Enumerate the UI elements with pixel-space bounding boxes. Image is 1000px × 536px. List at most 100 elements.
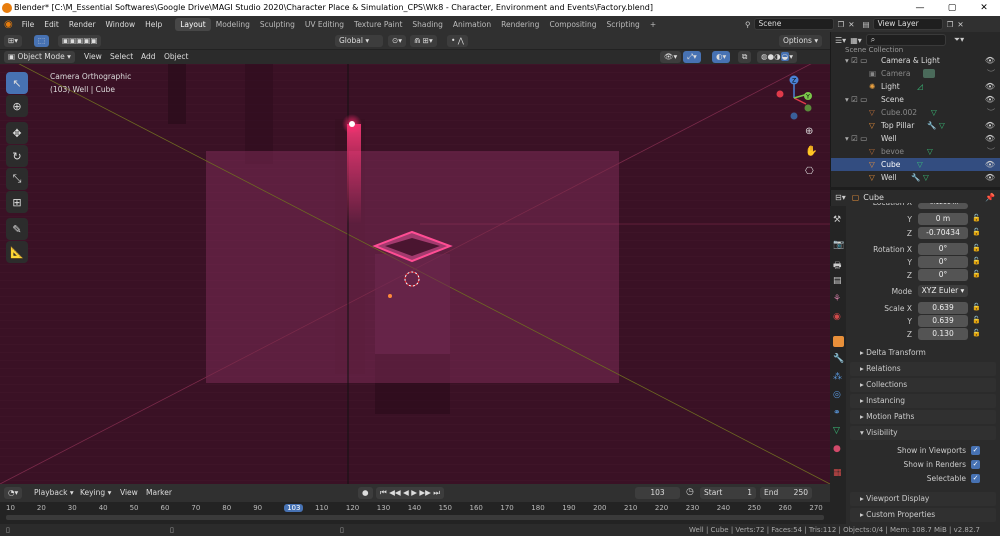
- location-y-field[interactable]: 0 m: [918, 213, 968, 225]
- add-workspace-button[interactable]: +: [645, 18, 661, 31]
- current-frame-field[interactable]: 103: [635, 487, 680, 499]
- select-box-tool-icon[interactable]: ⬚: [34, 35, 50, 47]
- tab-animation[interactable]: Animation: [448, 18, 496, 31]
- rotation-y-field[interactable]: 0°: [918, 256, 968, 268]
- blender-menu-icon[interactable]: ◉: [4, 19, 13, 30]
- custom-properties-panel[interactable]: ▸ Custom Properties: [850, 508, 996, 522]
- close-button[interactable]: ✕: [968, 0, 1000, 16]
- shading-modes-icon[interactable]: ◍●◑◒▾: [757, 51, 797, 63]
- tab-compositing[interactable]: Compositing: [544, 18, 601, 31]
- texture-tab-icon[interactable]: ▦: [833, 468, 844, 479]
- scene-selector[interactable]: Scene: [753, 18, 834, 30]
- tab-sculpting[interactable]: Sculpting: [255, 18, 300, 31]
- snap-icon[interactable]: ⋒ ⊞▾: [410, 35, 437, 47]
- eye-icon[interactable]: 👁: [985, 93, 995, 106]
- location-z-field[interactable]: -0.70434: [918, 227, 968, 239]
- view-layer-selector[interactable]: View Layer: [872, 18, 943, 30]
- eye-icon[interactable]: 👁: [985, 171, 995, 184]
- tab-texture-paint[interactable]: Texture Paint: [349, 18, 407, 31]
- selection-mode-icons[interactable]: ▣▣▣▣▣: [58, 35, 102, 47]
- well-object[interactable]: [375, 254, 450, 354]
- menu-render[interactable]: Render: [69, 20, 96, 29]
- viewport-display-panel[interactable]: ▸ Viewport Display: [850, 492, 996, 506]
- rotation-x-field[interactable]: 0°: [918, 243, 968, 255]
- pivot-icon[interactable]: ⊙▾: [388, 35, 407, 47]
- outliner-row-well-collection[interactable]: ▾ ☑ ▭ Well 👁: [831, 132, 1000, 145]
- eye-icon[interactable]: 👁: [985, 54, 995, 67]
- copy-view-layer-icon[interactable]: ❐: [947, 20, 954, 29]
- menu-object[interactable]: Object: [160, 51, 192, 63]
- move-tool-icon[interactable]: ✥: [6, 122, 28, 144]
- scale-y-field[interactable]: 0.639: [918, 315, 968, 327]
- object-tab-icon[interactable]: [833, 336, 844, 347]
- show-in-renders-checkbox[interactable]: ✓: [971, 460, 980, 469]
- menu-playback[interactable]: Playback ▾: [30, 487, 78, 499]
- transform-orientation-dropdown[interactable]: Global ▾: [335, 35, 383, 47]
- rotation-z-field[interactable]: 0°: [918, 269, 968, 281]
- menu-select[interactable]: Select: [106, 51, 137, 63]
- eye-icon[interactable]: 👁: [985, 158, 995, 171]
- outliner-row-light[interactable]: ✺ Light ◿ 👁: [831, 80, 1000, 93]
- tab-modeling[interactable]: Modeling: [211, 18, 255, 31]
- proportional-edit-icon[interactable]: • ⋀: [447, 35, 468, 47]
- pan-hand-icon[interactable]: ✋: [805, 146, 817, 157]
- collections-panel[interactable]: ▸ Collections: [850, 378, 996, 392]
- tab-scripting[interactable]: Scripting: [601, 18, 644, 31]
- timeline-ruler[interactable]: 10 20 30 40 50 60 70 80 90 103 110 120 130 140 150 160 1…: [0, 502, 830, 524]
- lock-icon[interactable]: 🔓: [972, 303, 981, 311]
- overlays-icon[interactable]: ◐▾: [712, 51, 731, 63]
- editor-type-button[interactable]: ⊞▾: [4, 35, 23, 47]
- data-tab-icon[interactable]: ▽: [833, 426, 844, 437]
- outliner-row-bevoe[interactable]: ▽ bevoe ▽ ︶: [831, 145, 1000, 158]
- editor-type-icon[interactable]: ⊟▾: [835, 193, 846, 202]
- output-tab-icon[interactable]: 🖶: [833, 258, 844, 271]
- delete-scene-icon[interactable]: ✕: [848, 20, 854, 29]
- options-dropdown[interactable]: Options ▾: [779, 35, 823, 47]
- lock-icon[interactable]: 🔓: [972, 270, 981, 278]
- material-tab-icon[interactable]: ●: [833, 444, 844, 455]
- render-tab-icon[interactable]: 📷: [833, 240, 844, 251]
- start-frame-field[interactable]: Start 1: [700, 487, 756, 499]
- measure-tool-icon[interactable]: 📐: [6, 241, 28, 263]
- annotate-tool-icon[interactable]: ✎: [6, 218, 28, 240]
- timeline-scrollbar[interactable]: [6, 515, 824, 520]
- eye-icon[interactable]: 👁: [985, 132, 995, 145]
- outliner-row-scene[interactable]: ▾ ☑ ▭ Scene 👁: [831, 93, 1000, 106]
- outliner-row-top-pillar[interactable]: ▽ Top Pillar 🔧 ▽ 👁: [831, 119, 1000, 132]
- pin-icon[interactable]: 📌: [985, 193, 995, 202]
- rotation-mode-dropdown[interactable]: XYZ Euler ▾: [918, 285, 968, 297]
- object-mode-dropdown[interactable]: ▣ Object Mode ▾: [4, 51, 75, 63]
- lock-icon[interactable]: 🔓: [972, 316, 981, 324]
- particles-tab-icon[interactable]: ⁂: [833, 372, 844, 383]
- cursor-tool-icon[interactable]: ⊕: [6, 95, 28, 117]
- lock-icon[interactable]: 🔓: [972, 228, 981, 236]
- navigation-gizmo[interactable]: Z Y: [772, 74, 818, 124]
- physics-tab-icon[interactable]: ◎: [833, 390, 844, 401]
- outliner-row-camera[interactable]: ▣ Camera ︶: [831, 67, 1000, 80]
- menu-view[interactable]: View: [80, 51, 106, 63]
- lock-icon[interactable]: 🔓: [972, 214, 981, 222]
- menu-marker[interactable]: Marker: [142, 487, 176, 499]
- eye-icon[interactable]: 👁: [985, 119, 995, 132]
- eye-icon[interactable]: 👁: [985, 80, 995, 93]
- view-layer-tab-icon[interactable]: ▤: [833, 276, 844, 287]
- visibility-icon[interactable]: 👁▾: [660, 51, 682, 63]
- visibility-panel[interactable]: ▾ Visibility: [850, 426, 996, 440]
- relations-panel[interactable]: ▸ Relations: [850, 362, 996, 376]
- location-x-field[interactable]: -0.1211 m: [918, 203, 968, 209]
- rotate-tool-icon[interactable]: ↻: [6, 145, 28, 167]
- 3d-viewport[interactable]: Camera Orthographic (103) Well | Cube Z …: [0, 64, 830, 484]
- motion-paths-panel[interactable]: ▸ Motion Paths: [850, 410, 996, 424]
- light-object-icon[interactable]: [349, 121, 355, 127]
- menu-edit[interactable]: Edit: [44, 20, 59, 29]
- delta-transform-panel[interactable]: ▸ Delta Transform: [860, 348, 926, 357]
- instancing-panel[interactable]: ▸ Instancing: [850, 394, 996, 408]
- menu-window[interactable]: Window: [106, 20, 136, 29]
- tab-uv-editing[interactable]: UV Editing: [300, 18, 349, 31]
- copy-scene-icon[interactable]: ❐: [838, 20, 845, 29]
- constraints-tab-icon[interactable]: ⚭: [833, 408, 844, 419]
- scale-tool-icon[interactable]: ⤡: [6, 168, 28, 190]
- world-tab-icon[interactable]: ◉: [833, 312, 844, 323]
- end-frame-field[interactable]: End 250: [760, 487, 812, 499]
- xray-icon[interactable]: ⧉: [738, 51, 752, 63]
